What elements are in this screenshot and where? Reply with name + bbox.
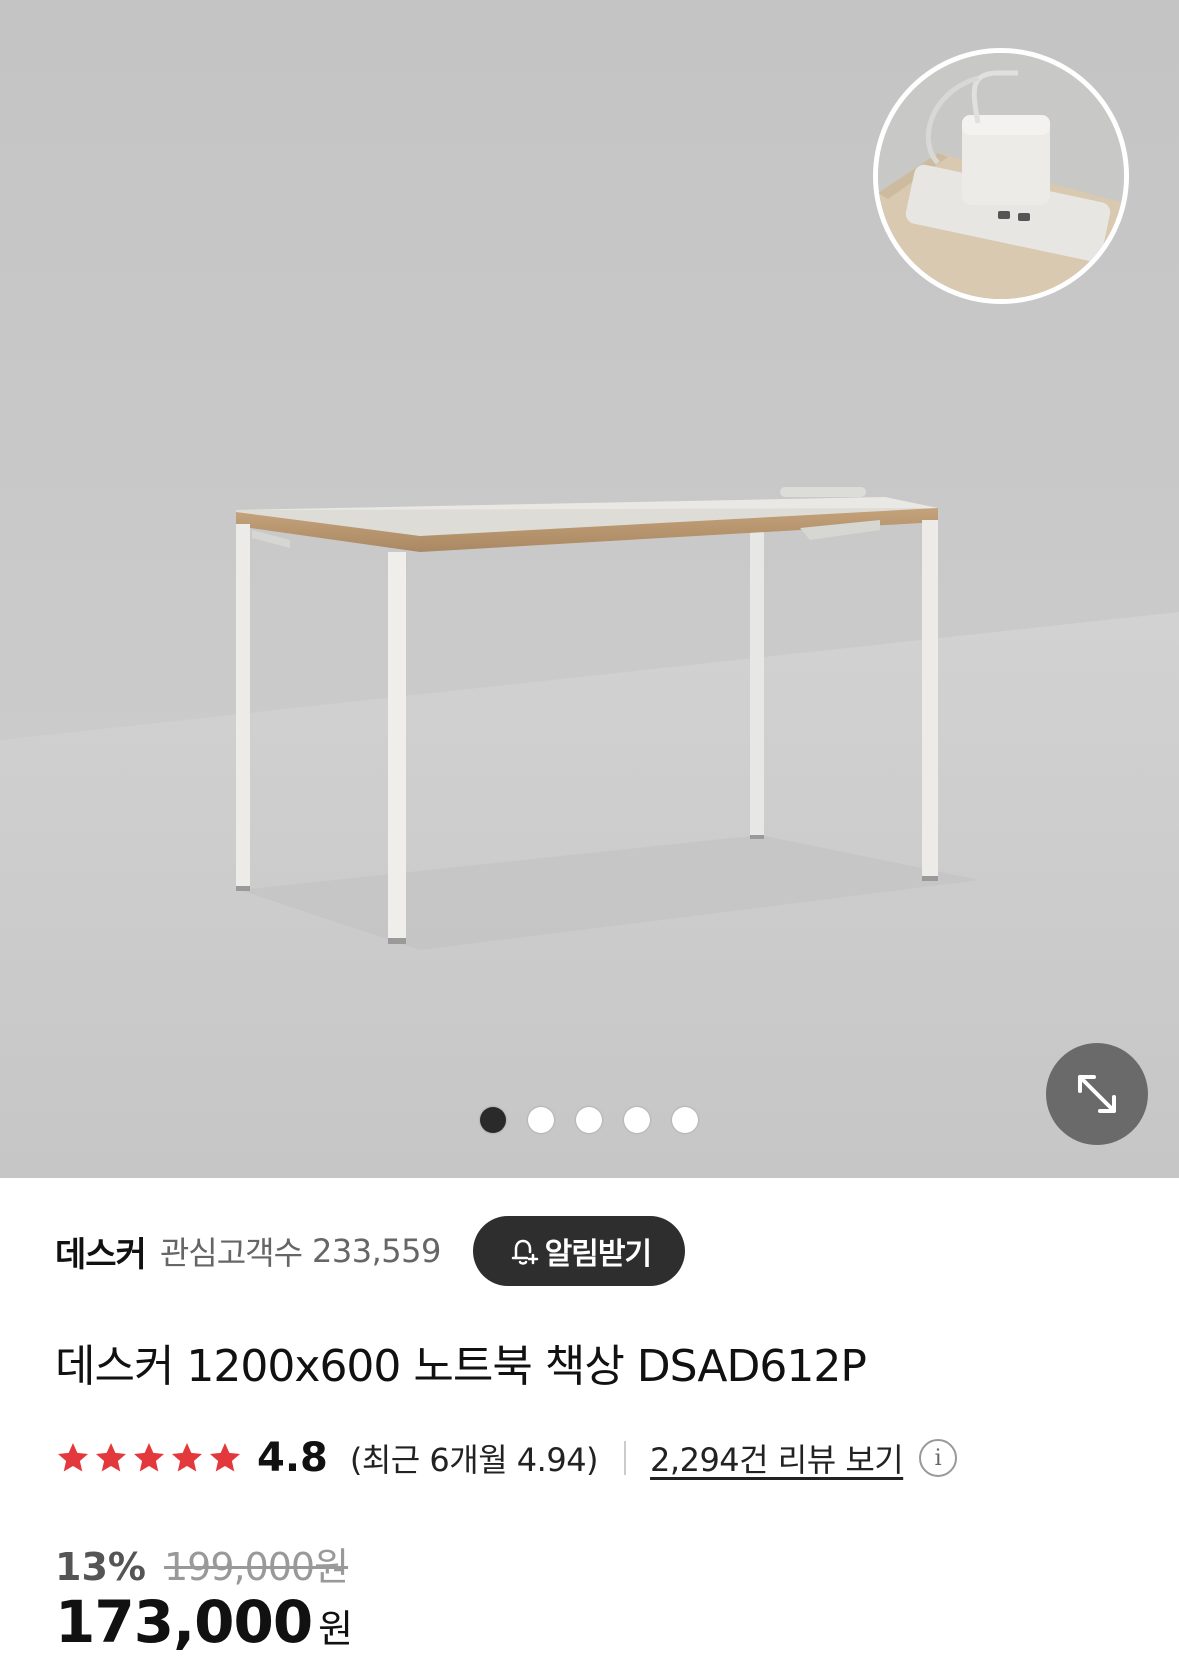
pagination-dot-5[interactable]: [672, 1107, 698, 1133]
currency-unit: 원: [318, 1607, 354, 1651]
pagination-dot-4[interactable]: [624, 1107, 650, 1133]
product-image-gallery[interactable]: [0, 0, 1179, 1178]
discount-row: 13% 199,000원: [55, 1536, 349, 1591]
expand-image-button[interactable]: [1046, 1043, 1148, 1145]
info-icon[interactable]: i: [919, 1439, 958, 1477]
gallery-pagination: [0, 1107, 1179, 1133]
star-icon: [210, 1443, 240, 1472]
followers-label: 관심고객수: [159, 1234, 303, 1272]
product-title: 데스커 1200x600 노트북 책상 DSAD612P: [55, 1341, 867, 1392]
sale-price-row: 173,000 원: [55, 1588, 353, 1656]
store-row: 데스커 관심고객수 233,559 알림받기: [55, 1216, 685, 1286]
pagination-dot-3[interactable]: [576, 1107, 602, 1133]
original-price: 199,000원: [163, 1545, 349, 1589]
discount-rate: 13%: [55, 1545, 146, 1589]
store-name[interactable]: 데스커: [55, 1227, 147, 1276]
product-info-panel: 데스커 관심고객수 233,559 알림받기 데스커 1200x600 노트북 …: [0, 1178, 1179, 1668]
star-icon: [172, 1443, 202, 1472]
rating-score: 4.8: [257, 1435, 328, 1481]
followers-count: 233,559: [312, 1232, 441, 1270]
alarm-button-label: 알림받기: [544, 1237, 652, 1272]
expand-icon: [1078, 1075, 1116, 1113]
recent-rating: (최근 6개월 4.94): [349, 1441, 599, 1479]
sale-price: 173,000: [55, 1588, 313, 1656]
pagination-dot-2[interactable]: [528, 1107, 554, 1133]
divider: [624, 1441, 627, 1475]
star-icon: [134, 1443, 164, 1472]
star-rating: [55, 1440, 245, 1476]
star-icon: [96, 1443, 126, 1472]
bell-plus-icon: [511, 1239, 538, 1265]
reviews-link[interactable]: 2,294건 리뷰 보기: [650, 1435, 904, 1481]
detail-inset-image: [873, 48, 1129, 304]
star-icon: [58, 1443, 88, 1472]
alarm-subscribe-button[interactable]: 알림받기: [472, 1216, 685, 1286]
rating-row: 4.8 (최근 6개월 4.94) 2,294건 리뷰 보기 i: [55, 1428, 958, 1488]
pagination-dot-1[interactable]: [480, 1107, 506, 1133]
